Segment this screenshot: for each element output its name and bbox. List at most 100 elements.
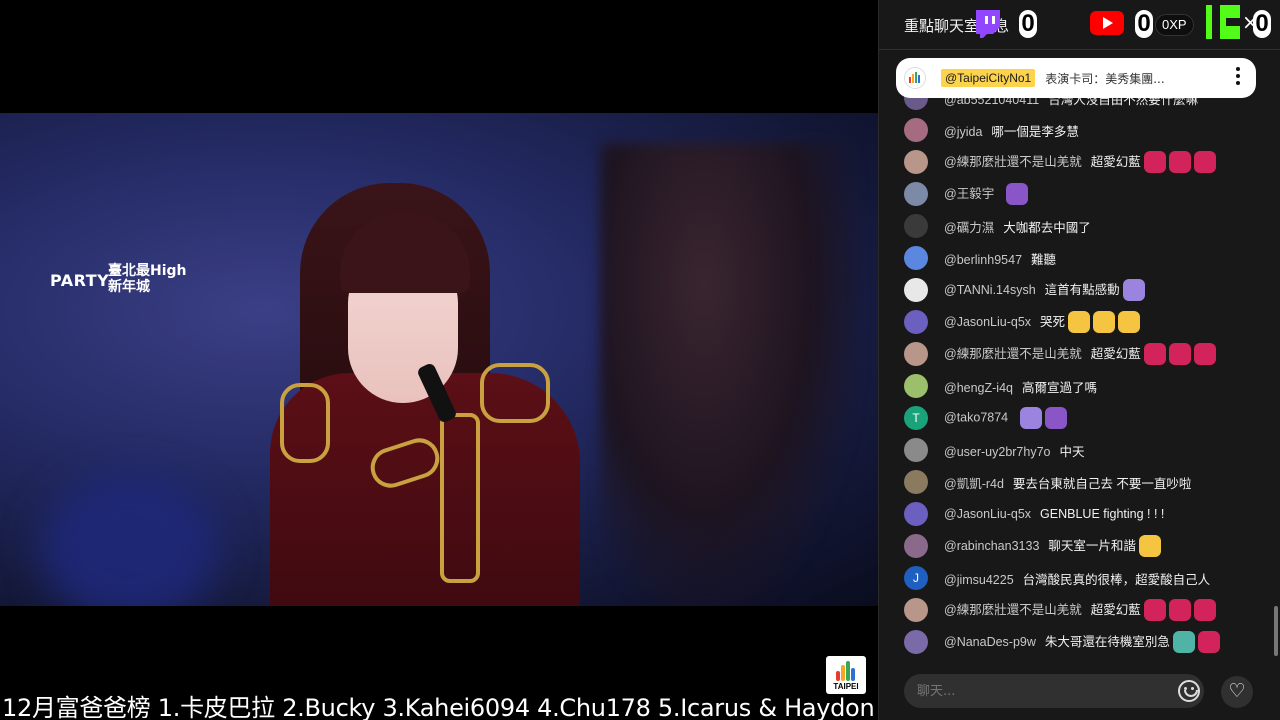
avatar[interactable] (904, 630, 928, 654)
chat-text: 難聽 (1031, 252, 1057, 267)
chat-text: 台灣酸民真的很棒，超愛酸自己人 (1022, 572, 1211, 587)
chat-text: 大咖都去中國了 (1003, 220, 1091, 235)
chat-text: 哪一個是李多慧 (991, 124, 1079, 139)
avatar[interactable] (904, 534, 928, 558)
chat-input-container[interactable] (904, 674, 1204, 708)
chat-username[interactable]: @jimsu4225 (944, 573, 1014, 587)
emoji-icon (1193, 151, 1216, 174)
avatar[interactable] (904, 598, 928, 622)
chat-line: @練那麼壯還不是山羌就 超愛幻藍 (944, 151, 1216, 174)
chat-message[interactable]: @練那麼壯還不是山羌就 超愛幻藍 (879, 146, 1259, 178)
kick-count: 0 (1253, 10, 1271, 38)
chat-username[interactable]: @user-uy2br7hy7o (944, 445, 1051, 459)
chat-message[interactable]: @hengZ-i4q 高爾宣過了嗎 (879, 370, 1259, 402)
costume-embroidery (480, 363, 550, 423)
avatar[interactable] (904, 182, 928, 206)
chat-message[interactable]: @練那麼壯還不是山羌就 超愛幻藍 (879, 594, 1259, 626)
stage-light (40, 473, 220, 606)
avatar[interactable] (904, 246, 928, 270)
chat-input[interactable] (904, 674, 1164, 708)
chat-message[interactable]: @凱凱-r4d 要去台東就自己去 不要一直吵啦 (879, 466, 1259, 498)
chat-message[interactable]: @練那麼壯還不是山羌就 超愛幻藍 (879, 338, 1259, 370)
emoji-icon (1020, 407, 1043, 429)
background-dancer (600, 143, 860, 606)
chat-username[interactable]: @jyida (944, 125, 982, 139)
chat-username[interactable]: @TANNi.14sysh (944, 283, 1036, 297)
emoji-icon (1168, 599, 1191, 622)
chat-scrollbar[interactable] (1274, 606, 1278, 656)
chat-line: @jimsu4225 台灣酸民真的很棒，超愛酸自己人 (944, 569, 1210, 588)
chat-line: @練那麼壯還不是山羌就 超愛幻藍 (944, 343, 1216, 366)
chat-username[interactable]: @練那麼壯還不是山羌就 (944, 603, 1082, 617)
avatar[interactable] (904, 214, 928, 238)
pinned-message[interactable]: @TaipeiCityNo1 表演卡司：美秀集團... (896, 58, 1256, 98)
avatar[interactable] (904, 374, 928, 398)
chat-username[interactable]: @rabinchan3133 (944, 539, 1039, 553)
pinned-handle[interactable]: @TaipeiCityNo1 (941, 69, 1036, 87)
chat-message[interactable]: @NanaDes-p9w 朱大哥還在待機室別急 (879, 626, 1259, 658)
chat-message[interactable]: T @tako7874 (879, 402, 1259, 434)
emoji-icon (1143, 151, 1166, 174)
chat-text: 超愛幻藍 (1090, 346, 1141, 361)
avatar[interactable]: J (904, 566, 928, 590)
avatar[interactable] (904, 150, 928, 174)
youtube-icon[interactable] (1090, 11, 1124, 35)
emoji-picker-icon[interactable] (1178, 680, 1200, 702)
chat-username[interactable]: @NanaDes-p9w (944, 635, 1036, 649)
chat-username[interactable]: @hengZ-i4q (944, 381, 1013, 395)
chat-message[interactable]: @berlinh9547 難聽 (879, 242, 1259, 274)
event-logo-title: 臺北最High 新年城 (108, 263, 187, 295)
stream-page: PARTY 臺北最High 新年城 TAIPEI 12月富爸爸榜 1.卡皮巴拉 … (0, 0, 1280, 720)
kick-icon[interactable] (1206, 5, 1240, 39)
chat-username[interactable]: @礪力濕 (944, 221, 994, 235)
chat-message[interactable]: @JasonLiu-q5x GENBLUE fighting ! ! ! (879, 498, 1259, 530)
avatar[interactable] (904, 470, 928, 494)
chat-message-list[interactable]: @ab5521040411 台灣人沒自由不然要什麼嘛 @jyida 哪一個是李多慧 @練… (879, 84, 1280, 660)
avatar[interactable] (904, 438, 928, 462)
chat-header: 重點聊天室訊息 0 0 0XP × 0 (879, 0, 1280, 50)
chat-username[interactable]: @練那麼壯還不是山羌就 (944, 347, 1082, 361)
chat-message[interactable]: J @jimsu4225 台灣酸民真的很棒，超愛酸自己人 (879, 562, 1259, 594)
chat-message[interactable]: @王毅宇 (879, 178, 1259, 210)
chat-username[interactable]: @練那麼壯還不是山羌就 (944, 155, 1082, 169)
chat-username[interactable]: @berlinh9547 (944, 253, 1022, 267)
chat-message[interactable]: @JasonLiu-q5x 哭死 (879, 306, 1259, 338)
chat-text: GENBLUE fighting ! ! ! (1040, 507, 1165, 521)
chat-message[interactable]: @user-uy2br7hy7o 中天 (879, 434, 1259, 466)
chat-line: @user-uy2br7hy7o 中天 (944, 441, 1085, 460)
chat-text: 高爾宣過了嗎 (1021, 380, 1097, 395)
costume-embroidery (440, 413, 480, 583)
video-player[interactable]: PARTY 臺北最High 新年城 (0, 113, 878, 606)
xp-badge: 0XP (1155, 14, 1194, 36)
chat-panel: 重點聊天室訊息 0 0 0XP × 0 @TaipeiCityNo1 表演卡司：… (878, 0, 1280, 720)
chat-line: @JasonLiu-q5x GENBLUE fighting ! ! ! (944, 507, 1164, 521)
more-vert-icon[interactable] (1236, 67, 1240, 87)
chat-message[interactable]: @TANNi.14sysh 這首有點感動 (879, 274, 1259, 306)
chat-line: @NanaDes-p9w 朱大哥還在待機室別急 (944, 631, 1220, 654)
chat-username[interactable]: @JasonLiu-q5x (944, 315, 1031, 329)
event-logo: PARTY 臺北最High 新年城 (50, 261, 200, 297)
chat-message[interactable]: @jyida 哪一個是李多慧 (879, 114, 1259, 146)
chat-username[interactable]: @JasonLiu-q5x (944, 507, 1031, 521)
heart-button[interactable]: ♡ (1221, 676, 1253, 708)
avatar[interactable] (904, 502, 928, 526)
chat-username[interactable]: @王毅宇 (944, 187, 994, 201)
avatar[interactable]: T (904, 406, 928, 430)
chat-line: @凱凱-r4d 要去台東就自己去 不要一直吵啦 (944, 473, 1191, 492)
chat-line: @tako7874 (944, 407, 1068, 429)
chat-username[interactable]: @凱凱-r4d (944, 477, 1004, 491)
avatar[interactable] (904, 310, 928, 334)
logo-bar (851, 668, 855, 681)
chat-message[interactable]: @rabinchan3133 聊天室一片和諧 (879, 530, 1259, 562)
avatar[interactable] (904, 118, 928, 142)
twitch-icon[interactable] (973, 8, 1003, 40)
chat-message[interactable]: @礪力濕 大咖都去中國了 (879, 210, 1259, 242)
emoji-icon (1093, 311, 1116, 334)
emoji-icon (1168, 343, 1191, 366)
emoji-icon (1122, 279, 1145, 302)
avatar[interactable] (904, 342, 928, 366)
event-logo-party: PARTY (50, 271, 110, 290)
avatar[interactable] (904, 278, 928, 302)
chat-username[interactable]: @tako7874 (944, 410, 1008, 424)
pinned-avatar (904, 67, 926, 89)
